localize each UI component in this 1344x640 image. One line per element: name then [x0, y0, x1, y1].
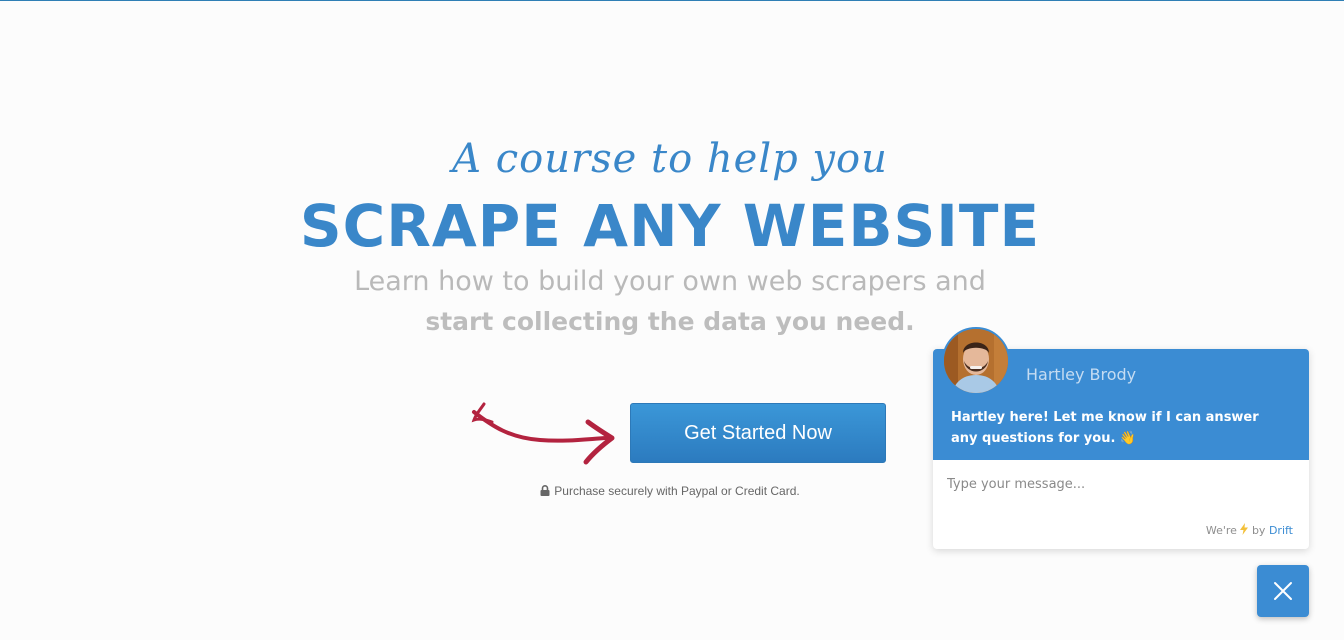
close-icon: [1274, 582, 1292, 600]
agent-name: Hartley Brody: [1026, 365, 1137, 384]
avatar-portrait-icon: [944, 329, 1008, 393]
drift-credit-by: by: [1251, 524, 1266, 537]
secure-purchase-text: Purchase securely with Paypal or Credit …: [554, 484, 800, 498]
hero-subtitle-line2: start collecting the data you need.: [425, 307, 915, 336]
hero-subtitle-line1: Learn how to build your own web scrapers…: [354, 266, 986, 297]
hand-drawn-arrow-icon: [471, 402, 615, 465]
lock-icon: [540, 485, 550, 496]
get-started-button[interactable]: Get Started Now: [630, 403, 886, 463]
lightning-bolt-icon: [1240, 523, 1249, 535]
drift-credit-prefix: We're: [1205, 524, 1237, 537]
hero-tagline: A course to help you: [452, 136, 888, 182]
chat-message: Hartley here! Let me know if I can answe…: [951, 410, 1259, 446]
chat-message-input[interactable]: [947, 473, 1287, 495]
close-chat-button[interactable]: [1257, 565, 1309, 617]
drift-brand-link[interactable]: Drift: [1269, 524, 1293, 537]
chat-widget: Hartley Brody Hartley here! Let me know …: [933, 327, 1309, 549]
hero-headline: SCRAPE ANY WEBSITE: [299, 192, 1041, 260]
drift-credit[interactable]: We're by Drift: [1206, 523, 1293, 537]
avatar: [942, 327, 1010, 395]
